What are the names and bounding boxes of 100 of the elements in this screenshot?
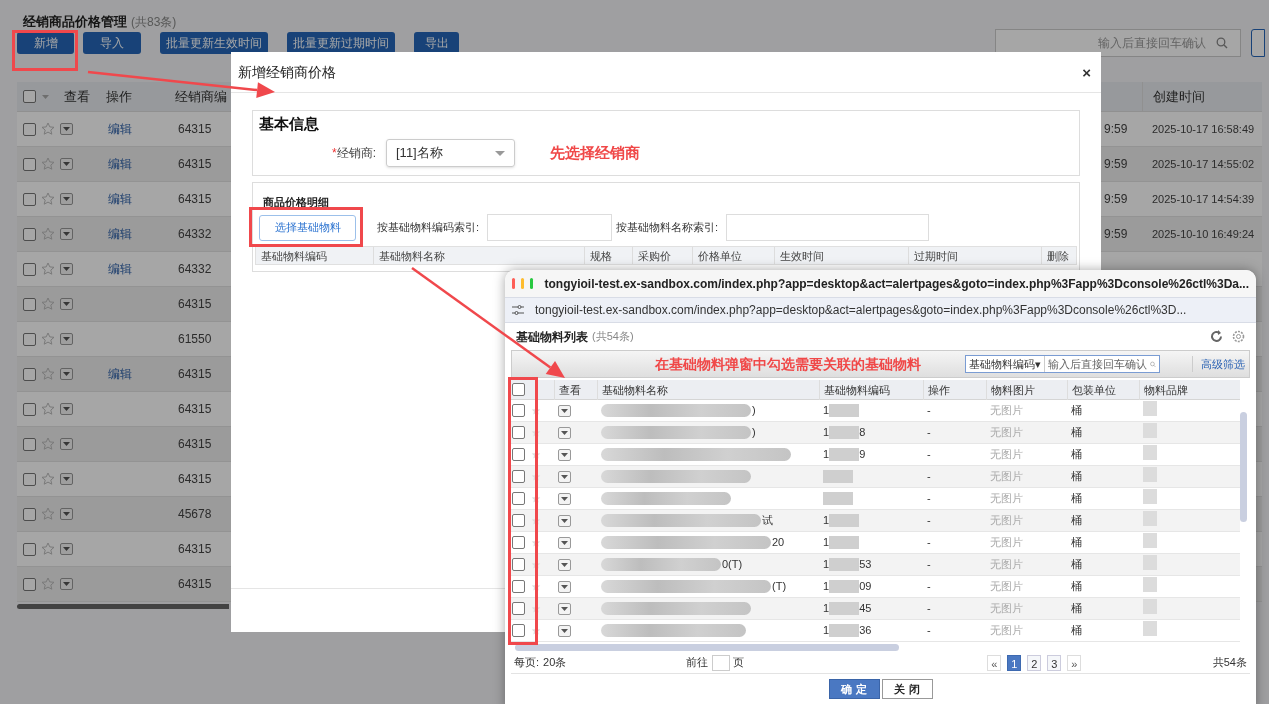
- dropdown-button[interactable]: [60, 263, 73, 275]
- edit-link[interactable]: 编辑: [108, 122, 132, 136]
- dropdown-button[interactable]: [60, 438, 73, 450]
- table-cell-text: 64315: [177, 436, 213, 453]
- dropdown-button[interactable]: [558, 602, 571, 615]
- edit-link[interactable]: 编辑: [108, 192, 132, 206]
- dropdown-button[interactable]: [558, 426, 571, 439]
- search-field[interactable]: 输入后直接回车确认: [995, 29, 1241, 57]
- dropdown-button[interactable]: [558, 514, 571, 527]
- dropdown-button[interactable]: [558, 404, 571, 417]
- dropdown-button[interactable]: [558, 470, 571, 483]
- checkbox[interactable]: [512, 602, 525, 615]
- side-button[interactable]: [1251, 29, 1265, 57]
- checkbox[interactable]: [512, 404, 525, 417]
- page-button[interactable]: 1: [1007, 654, 1022, 671]
- checkbox[interactable]: [512, 426, 525, 439]
- page-button[interactable]: 3: [1047, 654, 1062, 671]
- column-header: 查看: [554, 379, 597, 400]
- checkbox[interactable]: [512, 580, 525, 593]
- dropdown-button[interactable]: [60, 193, 73, 205]
- checkbox[interactable]: [23, 367, 36, 381]
- checkbox[interactable]: [23, 472, 36, 486]
- code-search-field[interactable]: [487, 214, 613, 241]
- dropdown-button[interactable]: [558, 492, 571, 505]
- close-button[interactable]: ×: [1082, 64, 1091, 80]
- dropdown-button[interactable]: [60, 473, 73, 485]
- dropdown-button[interactable]: [60, 543, 73, 555]
- dropdown-button[interactable]: [558, 580, 571, 593]
- dropdown-button[interactable]: [60, 228, 73, 240]
- checkbox[interactable]: [23, 192, 36, 206]
- checkbox[interactable]: [512, 383, 525, 396]
- name-search-field[interactable]: [726, 214, 930, 241]
- toolbar-button[interactable]: 新增: [17, 32, 74, 54]
- table-cell-text: 36: [859, 623, 872, 639]
- dropdown-button[interactable]: [60, 158, 73, 170]
- column-header: 操作: [105, 87, 133, 106]
- checkbox[interactable]: [23, 90, 36, 103]
- table-cell-text: 1: [823, 447, 830, 463]
- scrollbar[interactable]: [1240, 412, 1247, 522]
- checkbox[interactable]: [23, 437, 36, 451]
- page-button[interactable]: «: [987, 654, 1002, 671]
- select-material-button[interactable]: 选择基础物料: [259, 214, 356, 241]
- table-cell-text: -: [926, 579, 932, 595]
- checkbox[interactable]: [23, 332, 36, 346]
- checkbox[interactable]: [512, 492, 525, 505]
- close-button[interactable]: 关 闭: [881, 679, 933, 699]
- checkbox[interactable]: [23, 507, 36, 521]
- checkbox[interactable]: [23, 297, 36, 311]
- checkbox[interactable]: [23, 577, 36, 591]
- confirm-button[interactable]: 确 定: [828, 679, 880, 699]
- column-header: 删除: [1041, 247, 1076, 264]
- dropdown-button[interactable]: [60, 508, 73, 520]
- dropdown-button[interactable]: [60, 403, 73, 415]
- checkbox[interactable]: [512, 470, 525, 483]
- edit-link[interactable]: 编辑: [108, 157, 132, 171]
- checkbox[interactable]: [512, 558, 525, 571]
- checkbox[interactable]: [23, 402, 36, 416]
- dropdown-button[interactable]: [60, 578, 73, 590]
- dropdown-button[interactable]: [558, 624, 571, 637]
- table-cell: 2025-10-17 16:58:49: [1152, 122, 1255, 135]
- page-button[interactable]: »: [1067, 654, 1082, 671]
- toolbar-button[interactable]: 批量更新生效时间: [160, 32, 268, 54]
- page-input[interactable]: [712, 654, 731, 671]
- checkbox[interactable]: [512, 448, 525, 461]
- dropdown-button[interactable]: [60, 333, 73, 345]
- checkbox[interactable]: [23, 542, 36, 556]
- toolbar-button[interactable]: 批量更新过期时间: [287, 32, 395, 54]
- table-cell-text: 64315: [177, 576, 213, 593]
- table-cell-text: 桶: [1070, 491, 1083, 507]
- advanced-filter-link[interactable]: 高级筛选: [1192, 355, 1249, 373]
- page-button[interactable]: 2: [1027, 654, 1042, 671]
- scrollbar[interactable]: [17, 604, 229, 609]
- toolbar-button[interactable]: 导出: [414, 32, 459, 54]
- dropdown-button[interactable]: [60, 368, 73, 380]
- dropdown-button[interactable]: [60, 123, 73, 135]
- checkbox[interactable]: [23, 262, 36, 276]
- dropdown-button[interactable]: [558, 558, 571, 571]
- toolbar-button[interactable]: 导入: [83, 32, 141, 54]
- redacted-text: [823, 470, 853, 483]
- edit-link[interactable]: 编辑: [108, 227, 132, 241]
- table-cell-text: 9:59: [1103, 121, 1129, 138]
- checkbox[interactable]: [512, 624, 525, 637]
- edit-link[interactable]: 编辑: [108, 367, 132, 381]
- caret-icon: [561, 452, 568, 457]
- dropdown-button[interactable]: [558, 536, 571, 549]
- settings-icon: [511, 304, 525, 316]
- search-field[interactable]: 基础物料编码▾ 输入后直接回车确认: [965, 355, 1160, 373]
- table-cell-text: 无图片: [989, 447, 1024, 463]
- settings-icon: [1232, 330, 1245, 343]
- checkbox[interactable]: [512, 536, 525, 549]
- scrollbar[interactable]: [515, 644, 899, 651]
- checkbox[interactable]: [23, 227, 36, 241]
- checkbox[interactable]: [23, 122, 36, 136]
- dropdown-button[interactable]: [60, 298, 73, 310]
- dealer-select[interactable]: [11]名称: [386, 139, 515, 167]
- edit-link[interactable]: 编辑: [108, 262, 132, 276]
- checkbox[interactable]: [512, 514, 525, 527]
- checkbox[interactable]: [23, 157, 36, 171]
- filter-select[interactable]: 基础物料编码▾: [966, 355, 1045, 373]
- dropdown-button[interactable]: [558, 448, 571, 461]
